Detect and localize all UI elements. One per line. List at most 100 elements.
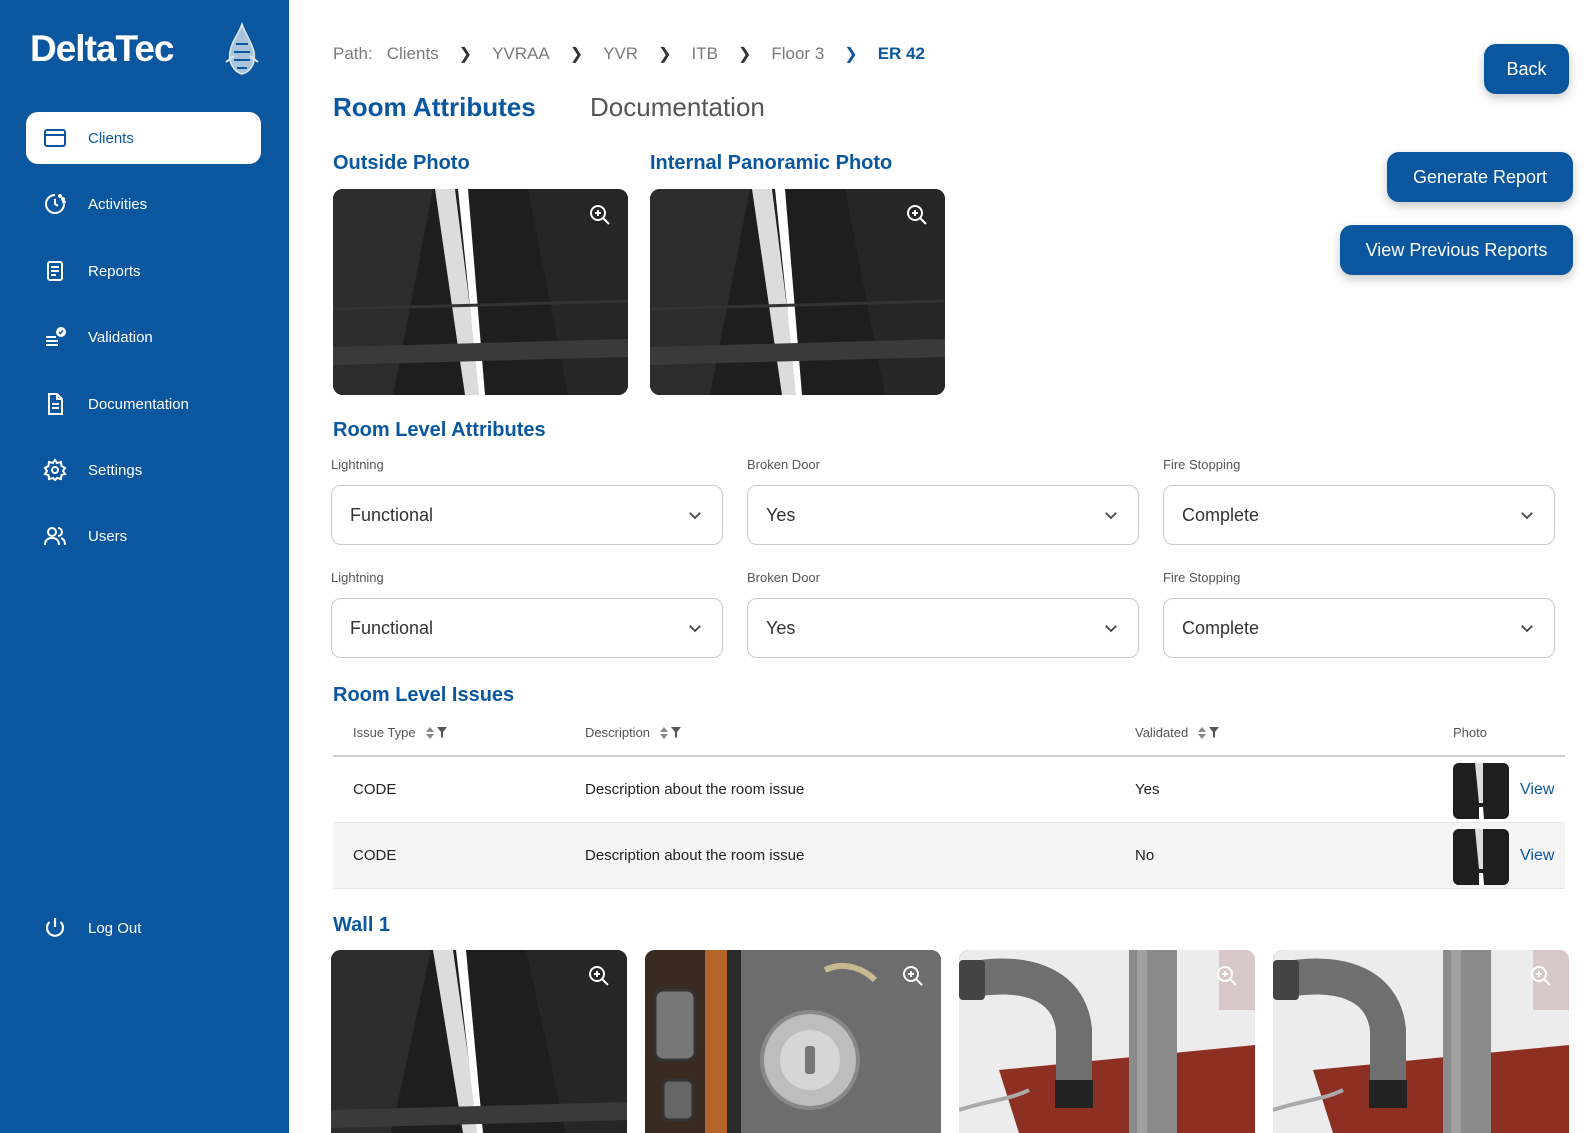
sidebar-item-label: Settings xyxy=(88,461,143,479)
chevron-down-icon xyxy=(689,512,701,520)
breadcrumb-label: Path: xyxy=(333,44,373,63)
column-issue-type[interactable]: Issue Type xyxy=(353,725,447,740)
sidebar-item-label: Documentation xyxy=(88,395,189,413)
logout-label: Log Out xyxy=(88,919,142,937)
lightning-label: Lightning xyxy=(331,570,384,585)
chevron-right-icon: ❯ xyxy=(658,46,672,63)
breadcrumb-item-yvraa[interactable]: YVRAA xyxy=(492,44,550,64)
lightning-label: Lightning xyxy=(331,457,384,472)
issue-photo-thumbnail[interactable] xyxy=(1453,763,1509,819)
broken-door-select[interactable]: Yes xyxy=(747,598,1139,658)
breadcrumb: Path: Clients ❯ YVRAA ❯ YVR ❯ ITB ❯ Floo… xyxy=(333,44,925,64)
chevron-right-icon: ❯ xyxy=(737,46,752,63)
validation-list-icon xyxy=(42,324,68,350)
pipe-firestop-image xyxy=(1273,950,1569,1133)
view-link[interactable]: View xyxy=(1520,781,1554,799)
breadcrumb-item-floor[interactable]: Floor 3 xyxy=(771,44,824,64)
broken-door-label: Broken Door xyxy=(747,570,820,585)
tab-room-attributes[interactable]: Room Attributes xyxy=(333,92,536,123)
view-previous-reports-button[interactable]: View Previous Reports xyxy=(1340,225,1573,275)
issue-type-cell: CODE xyxy=(353,847,397,864)
broken-door-select[interactable]: Yes xyxy=(747,485,1139,545)
sidebar: DeltaTec Clients Activities Reports Vali… xyxy=(0,0,289,1133)
fire-stopping-label: Fire Stopping xyxy=(1163,570,1241,585)
fire-stopping-label: Fire Stopping xyxy=(1163,457,1241,472)
column-label: Issue Type xyxy=(353,725,416,740)
sidebar-item-settings[interactable]: Settings xyxy=(26,444,261,496)
select-value: Yes xyxy=(766,617,796,638)
zoom-in-icon[interactable] xyxy=(901,964,925,988)
table-row: CODE Description about the room issue No… xyxy=(333,823,1565,889)
ceiling-light-image xyxy=(331,950,627,1133)
breadcrumb-item-yvr[interactable]: YVR xyxy=(603,44,638,64)
report-icon xyxy=(42,258,68,284)
zoom-in-icon[interactable] xyxy=(1529,964,1553,988)
document-icon xyxy=(42,391,68,417)
description-cell: Description about the room issue xyxy=(585,781,805,798)
column-validated[interactable]: Validated xyxy=(1135,725,1220,740)
sidebar-item-label: Activities xyxy=(88,195,148,213)
chevron-down-icon xyxy=(1105,625,1117,633)
validated-cell: No xyxy=(1135,847,1155,864)
issue-photo-thumbnail[interactable] xyxy=(1453,829,1509,885)
chevron-down-icon xyxy=(1521,512,1533,520)
breadcrumb-item-itb[interactable]: ITB xyxy=(692,44,718,64)
activity-clock-icon xyxy=(42,191,68,217)
wall-photo-pipe-2[interactable] xyxy=(1273,950,1569,1133)
logout-button[interactable]: Log Out xyxy=(26,902,261,954)
generate-report-button[interactable]: Generate Report xyxy=(1387,152,1573,202)
back-button[interactable]: Back xyxy=(1484,44,1569,94)
zoom-in-icon[interactable] xyxy=(1215,964,1239,988)
tab-documentation[interactable]: Documentation xyxy=(590,92,765,123)
sidebar-item-activities[interactable]: Activities xyxy=(26,178,261,230)
sidebar-item-clients[interactable]: Clients xyxy=(26,112,261,164)
sidebar-item-validation[interactable]: Validation xyxy=(26,311,261,363)
column-label: Photo xyxy=(1453,725,1487,740)
pipe-firestop-image xyxy=(959,950,1255,1133)
sidebar-item-label: Users xyxy=(88,527,128,545)
sidebar-item-label: Reports xyxy=(88,262,141,280)
sidebar-item-label: Validation xyxy=(88,328,153,346)
internal-panoramic-photo[interactable] xyxy=(650,189,945,395)
zoom-in-icon[interactable] xyxy=(588,203,612,227)
sort-filter-icon[interactable] xyxy=(1198,726,1220,739)
table-header: Issue Type Description Validated Photo xyxy=(333,713,1565,757)
select-value: Complete xyxy=(1182,617,1260,638)
column-photo: Photo xyxy=(1453,725,1487,740)
sidebar-item-users[interactable]: Users xyxy=(26,510,261,562)
fire-stopping-select[interactable]: Complete xyxy=(1163,598,1555,658)
power-icon xyxy=(42,915,68,941)
chevron-down-icon xyxy=(1105,512,1117,520)
sort-filter-icon[interactable] xyxy=(660,726,682,739)
lightning-select[interactable]: Functional xyxy=(331,598,723,658)
sidebar-item-reports[interactable]: Reports xyxy=(26,245,261,297)
issues-table: Issue Type Description Validated Photo C xyxy=(333,713,1565,889)
zoom-in-icon[interactable] xyxy=(587,964,611,988)
brand-name: DeltaTec xyxy=(30,28,174,69)
door-lock-image xyxy=(645,950,941,1133)
brand-logo-icon xyxy=(225,22,259,75)
select-value: Functional xyxy=(350,617,434,638)
window-icon xyxy=(42,125,68,151)
breadcrumb-item-current: ER 42 xyxy=(877,44,925,63)
lightning-select[interactable]: Functional xyxy=(331,485,723,545)
issue-type-cell: CODE xyxy=(353,781,397,798)
wall-photo-door-lock[interactable] xyxy=(645,950,941,1133)
sidebar-item-documentation[interactable]: Documentation xyxy=(26,378,261,430)
table-row: CODE Description about the room issue Ye… xyxy=(333,757,1565,823)
outside-photo[interactable] xyxy=(333,189,628,395)
breadcrumb-item-clients[interactable]: Clients xyxy=(387,44,439,64)
wall-photo-pipe-1[interactable] xyxy=(959,950,1255,1133)
chevron-right-icon: ❯ xyxy=(844,46,858,63)
sort-filter-icon[interactable] xyxy=(425,726,447,739)
users-icon xyxy=(42,523,68,549)
view-link[interactable]: View xyxy=(1520,847,1554,865)
column-label: Description xyxy=(585,725,651,740)
column-description[interactable]: Description xyxy=(585,725,682,740)
chevron-right-icon: ❯ xyxy=(569,46,584,63)
zoom-in-icon[interactable] xyxy=(905,203,929,227)
fire-stopping-select[interactable]: Complete xyxy=(1163,485,1555,545)
wall-photo-ceiling[interactable] xyxy=(331,950,627,1133)
broken-door-label: Broken Door xyxy=(747,457,820,472)
chevron-down-icon xyxy=(689,625,701,633)
